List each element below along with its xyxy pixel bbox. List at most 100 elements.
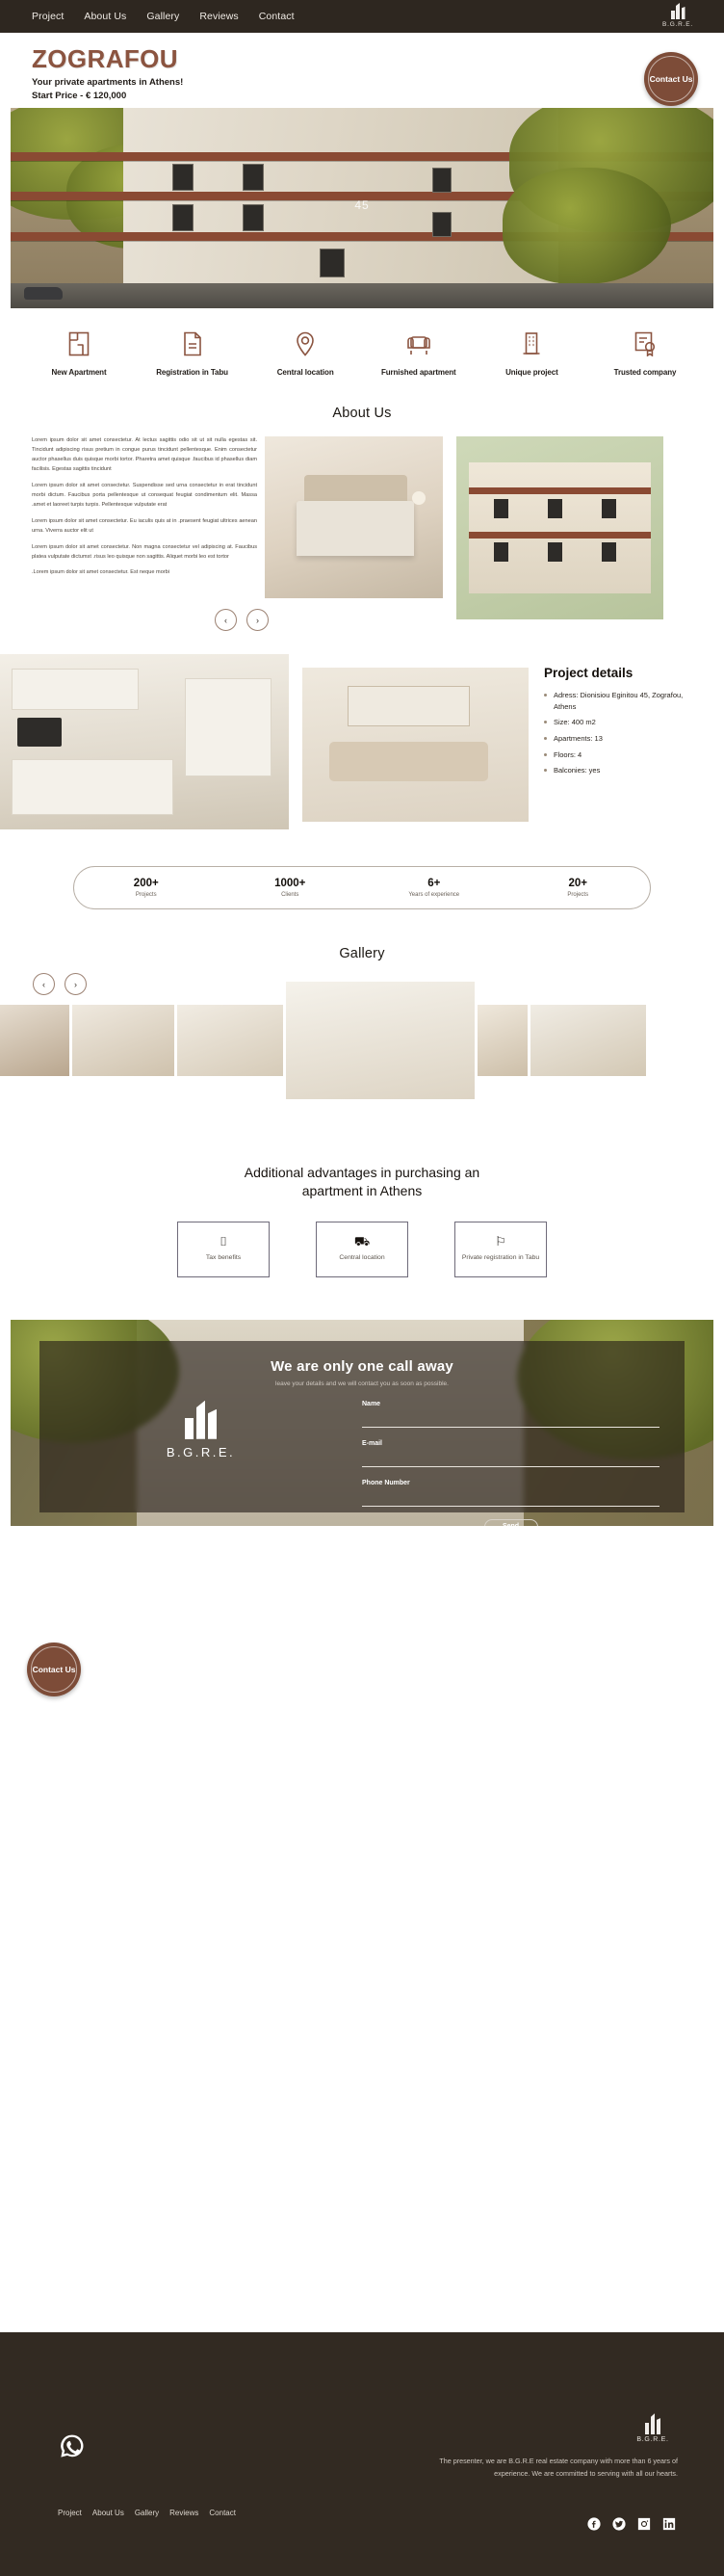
hero-subtitle: Your private apartments in Athens! Start…	[32, 76, 724, 103]
feature-new-apartment: New Apartment	[25, 329, 133, 377]
stat-projects-2: 20+ Projects	[506, 878, 651, 898]
phone-input[interactable]	[362, 1496, 659, 1508]
window	[493, 542, 508, 563]
street-foreground	[11, 283, 713, 308]
footer-logo[interactable]: B.G.R.E.	[630, 2413, 676, 2443]
linkedin-icon[interactable]	[662, 2517, 676, 2531]
gallery-thumbnail-active[interactable]	[286, 982, 475, 1099]
feature-label: Unique project	[505, 368, 558, 377]
footer-about-text: The presenter, we are B.G.R.E real estat…	[439, 2457, 678, 2478]
building-logo-icon	[670, 3, 685, 19]
nav-item-project[interactable]: Project	[32, 11, 64, 22]
oven	[17, 717, 62, 747]
feature-central-location: Central location	[251, 329, 359, 377]
gallery-thumbnail[interactable]	[177, 1005, 283, 1076]
gallery-section: Gallery ‹ ›	[0, 946, 724, 1099]
tax-receipt-icon: ⌷	[220, 1234, 227, 1249]
top-navigation-bar: Project About Us Gallery Reviews Contact…	[0, 0, 724, 33]
registration-icon: ⚐	[495, 1234, 506, 1249]
twitter-icon[interactable]	[612, 2517, 626, 2531]
footer-link-gallery[interactable]: Gallery	[135, 2509, 159, 2517]
window	[493, 498, 508, 518]
footer-link-project[interactable]: Project	[58, 2509, 82, 2517]
nav-item-reviews[interactable]: Reviews	[199, 11, 238, 22]
about-carousel-next-button[interactable]: ›	[246, 609, 269, 631]
project-details-title: Project details	[544, 666, 634, 680]
contact-us-button-hero[interactable]: Contact Us	[644, 52, 698, 106]
upper-cabinet	[12, 668, 139, 711]
email-input[interactable]	[362, 1457, 659, 1468]
about-paragraph: Lorem ipsum dolor sit amet consectetur. …	[32, 482, 257, 508]
balcony-band	[468, 531, 652, 539]
hero-subtitle-line1: Your private apartments in Athens!	[32, 77, 184, 89]
header-logo[interactable]: B.G.R.E.	[655, 3, 701, 28]
advantage-card-tax-benefits[interactable]: ⌷ Tax benefits	[177, 1221, 270, 1277]
project-detail-balconies: Balconies: yes	[544, 765, 688, 776]
window	[547, 498, 562, 518]
stat-label: Clients	[281, 892, 299, 898]
sofa	[329, 741, 488, 782]
facebook-icon[interactable]	[587, 2517, 601, 2531]
advantage-card-private-registration[interactable]: ⚐ Private registration in Tabu	[454, 1221, 547, 1277]
phone-field-label: Phone Number	[362, 1479, 410, 1486]
advantage-label: Tax benefits	[205, 1254, 242, 1262]
stat-value: 20+	[568, 878, 587, 889]
about-us-text: Lorem ipsum dolor sit amet consectetur. …	[0, 436, 265, 619]
footer-link-contact[interactable]: Contact	[209, 2509, 236, 2517]
tree-decoration	[503, 168, 672, 285]
people-group-icon: ⛟	[353, 1234, 371, 1249]
nav-item-gallery[interactable]: Gallery	[146, 11, 179, 22]
gallery-thumbnail[interactable]	[0, 1005, 69, 1076]
window	[432, 168, 452, 194]
map-pin-icon	[296, 329, 315, 358]
floorplan-icon	[68, 329, 90, 358]
whatsapp-icon[interactable]	[60, 2433, 85, 2458]
email-field-label: E-mail	[362, 1439, 383, 1447]
about-building-image	[456, 436, 663, 619]
header-logo-text: B.G.R.E.	[661, 20, 694, 28]
feature-label: New Apartment	[51, 368, 107, 377]
stat-value: 200+	[133, 878, 159, 889]
name-input[interactable]	[362, 1417, 659, 1429]
gallery-thumbnail[interactable]	[478, 1005, 528, 1076]
advantages-cards: ⌷ Tax benefits ⛟ Central location ⚐ Priv…	[0, 1221, 724, 1277]
cta-logo: B.G.R.E.	[39, 1400, 362, 1526]
certificate-icon	[634, 329, 657, 358]
statistics-bar: 200+ Projects 1000+ Clients 6+ Years of …	[73, 866, 651, 909]
advantage-card-central-location[interactable]: ⛟ Central location	[316, 1221, 408, 1277]
armchair-icon	[406, 329, 431, 358]
building-logo-icon	[644, 2413, 661, 2434]
cta-overlay-panel: We are only one call away leave your det…	[39, 1340, 685, 1526]
entrance-door	[320, 248, 346, 277]
feature-label: Central location	[276, 368, 334, 377]
project-detail-apartments: Apartments: 13	[544, 733, 688, 745]
instagram-icon[interactable]	[637, 2517, 651, 2531]
contact-us-button-gallery[interactable]: Contact Us	[27, 1643, 81, 1696]
footer-link-reviews[interactable]: Reviews	[169, 2509, 198, 2517]
project-kitchen-image	[0, 654, 289, 829]
building-facade	[468, 461, 652, 594]
gallery-thumbnail[interactable]	[530, 1005, 646, 1076]
about-us-section: About Us Lorem ipsum dolor sit amet cons…	[0, 406, 724, 631]
window	[432, 212, 452, 238]
hero-building-image: 45	[11, 108, 713, 308]
advantage-label: Private registration in Tabu	[461, 1254, 540, 1262]
parked-car	[24, 287, 63, 300]
stat-clients: 1000+ Clients	[219, 878, 363, 898]
cta-logo-text: B.G.R.E.	[166, 1444, 236, 1459]
nav-item-contact[interactable]: Contact	[259, 11, 295, 22]
project-livingroom-image	[302, 668, 529, 822]
project-detail-size: Size: 400 m2	[544, 717, 688, 728]
stat-years-of-experience: 6+ Years of experience	[362, 878, 506, 898]
document-icon	[183, 329, 202, 358]
send-button[interactable]: Send	[483, 1518, 538, 1526]
footer-logo-text: B.G.R.E.	[636, 2436, 669, 2443]
about-carousel-prev-button[interactable]: ‹	[215, 609, 237, 631]
social-links	[587, 2517, 676, 2531]
footer-link-about-us[interactable]: About Us	[92, 2509, 124, 2517]
window	[242, 164, 264, 192]
cta-heading: We are only one call away	[271, 1357, 453, 1375]
feature-furnished-apartment: Furnished apartment	[365, 329, 473, 377]
gallery-thumbnail[interactable]	[72, 1005, 174, 1076]
nav-item-about-us[interactable]: About Us	[84, 11, 126, 22]
